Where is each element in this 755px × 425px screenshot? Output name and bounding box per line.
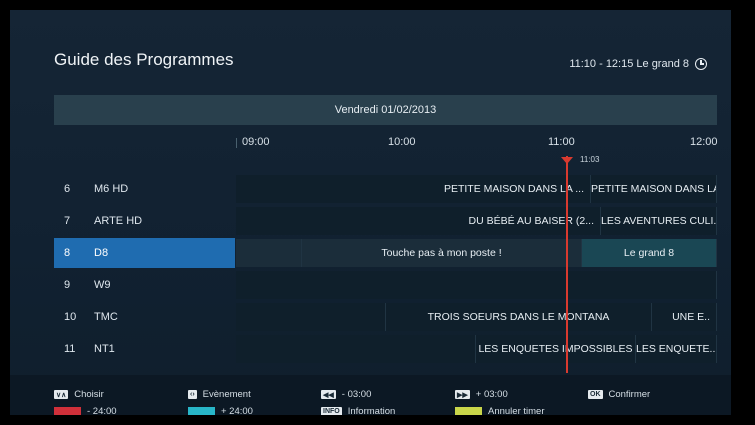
cyan-key-icon [188, 406, 215, 415]
tick-line [236, 138, 237, 148]
program-cell[interactable]: DU BÉBÉ AU BAISER (2... [236, 207, 601, 235]
current-program-time: 11:10 - 12:15 Le grand 8 [569, 58, 689, 70]
key-minus-3: ◀◀ - 03:00 [321, 389, 371, 400]
key-label: Evènement [202, 389, 251, 400]
channel-number: 7 [64, 215, 71, 227]
key-label: - 24:00 [87, 406, 117, 415]
clock-icon [695, 58, 707, 70]
now-indicator-line [566, 156, 568, 373]
channel-number: 10 [64, 311, 77, 323]
channel-row-w9[interactable]: 9 W9 [54, 270, 235, 300]
key-label: + 03:00 [475, 389, 508, 400]
channel-number: 6 [64, 183, 71, 195]
arrow-left-right-icon: ‹› [188, 390, 197, 399]
channel-name: M6 HD [94, 183, 129, 195]
channel-row-m6[interactable]: 6 M6 HD [54, 174, 235, 204]
time-tick: 12:00 [690, 136, 718, 148]
key-minus-24: - 24:00 [54, 406, 117, 415]
channel-name: D8 [94, 247, 109, 259]
page-title: Guide des Programmes [54, 50, 234, 69]
fast-forward-icon: ▶▶ [455, 390, 470, 399]
info-key-icon: INFO [321, 407, 342, 415]
channel-row-tmc[interactable]: 10 TMC [54, 302, 235, 332]
program-cell[interactable]: LES ENQUETES IMPOSSIBLES [476, 335, 636, 363]
key-label: + 24:00 [221, 406, 253, 415]
key-confirm: OK Confirmer [588, 389, 650, 400]
channel-number: 9 [64, 279, 71, 291]
current-program-info: 11:10 - 12:15 Le grand 8 [569, 58, 707, 70]
channel-name: ARTE HD [94, 215, 143, 227]
channel-number: 8 [64, 247, 71, 259]
key-plus-3: ▶▶ + 03:00 [455, 389, 508, 400]
key-label: Information [347, 406, 396, 415]
channel-row-d8[interactable]: 8 D8 [54, 238, 235, 268]
yellow-key-icon [455, 406, 482, 415]
channel-row-arte[interactable]: 7 ARTE HD [54, 206, 235, 236]
program-cell[interactable]: LES ENQUETE.. [636, 335, 717, 363]
now-marker-icon [561, 157, 573, 164]
key-label: - 03:00 [341, 389, 372, 400]
channel-name: NT1 [94, 343, 115, 355]
program-cell-selected[interactable]: Le grand 8 [582, 239, 717, 267]
epg-screen: Guide des Programmes 11:10 - 12:15 Le gr… [10, 10, 731, 415]
program-cell[interactable] [236, 271, 717, 299]
arrow-down-up-icon: ∨∧ [54, 390, 69, 399]
key-label: Annuler timer [488, 406, 545, 415]
key-choose: ∨∧ Choisir [54, 389, 104, 400]
program-cell[interactable] [236, 303, 386, 331]
program-cell[interactable]: Touche pas à mon poste ! [302, 239, 582, 267]
key-cancel-timer: Annuler timer [455, 406, 545, 415]
rewind-icon: ◀◀ [321, 390, 336, 399]
program-cell[interactable] [236, 239, 302, 267]
program-cell[interactable] [236, 335, 476, 363]
channel-name: W9 [94, 279, 111, 291]
program-cell[interactable]: PETITE MAISON DANS LA.. [591, 175, 717, 203]
key-legend: ∨∧ Choisir - 24:00 ‹› Evènement + 24:00 … [10, 375, 731, 415]
key-label: Confirmer [608, 389, 651, 400]
key-label: Choisir [74, 389, 104, 400]
channel-row-nt1[interactable]: 11 NT1 [54, 334, 235, 364]
time-tick: 10:00 [388, 136, 416, 148]
channel-number: 11 [64, 343, 76, 355]
program-cell[interactable]: PETITE MAISON DANS LA ... [236, 175, 591, 203]
channel-name: TMC [94, 311, 118, 323]
program-cell[interactable]: UNE E.. [652, 303, 717, 331]
time-tick: 09:00 [242, 136, 270, 148]
time-tick: 11:00 [548, 136, 575, 148]
ok-key-icon: OK [588, 390, 603, 399]
key-plus-24: + 24:00 [188, 406, 253, 415]
program-cell[interactable]: TROIS SOEURS DANS LE MONTANA [386, 303, 652, 331]
now-time: 11:03 [580, 155, 600, 164]
date-bar[interactable]: Vendredi 01/02/2013 [54, 95, 717, 125]
red-key-icon [54, 406, 81, 415]
key-event: ‹› Evènement [188, 389, 251, 400]
key-information: INFO Information [321, 406, 395, 415]
program-cell[interactable]: LES AVENTURES CULI.. [601, 207, 717, 235]
